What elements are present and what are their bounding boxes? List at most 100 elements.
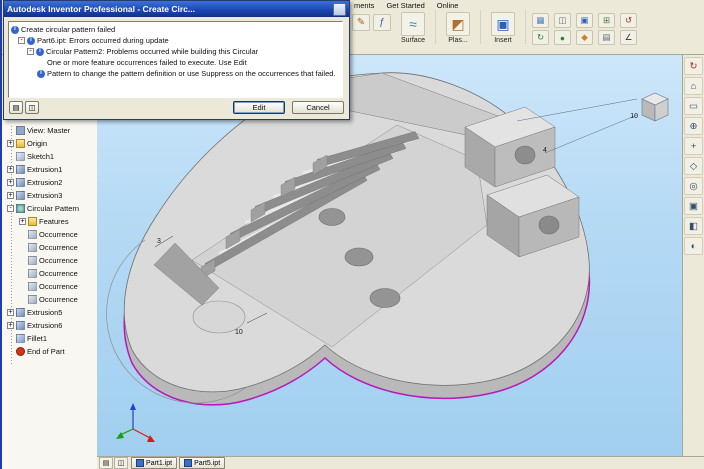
status-bar: ▤ ◫ Part1.ipt Part5.ipt [97, 456, 704, 469]
toolbar-icon[interactable]: ● [554, 30, 571, 45]
tree-item-label: Sketch1 [27, 152, 55, 161]
tree-item-label: Occurrence [39, 269, 78, 278]
view-tool-icon[interactable]: ◇ [684, 157, 703, 175]
document-icon [136, 459, 144, 467]
toolbar-icon[interactable]: ▦ [532, 13, 549, 28]
tree-item[interactable]: Extrusion6 [4, 319, 97, 332]
document-tab[interactable]: Part1.ipt [131, 457, 178, 469]
info-icon [27, 36, 35, 45]
cancel-button[interactable]: Cancel [292, 101, 344, 114]
window-button-icon[interactable]: ▤ [99, 457, 113, 469]
view-tool-icon[interactable]: ◧ [684, 217, 703, 235]
tree-item[interactable]: Features [4, 215, 97, 228]
tree-item[interactable]: Occurrence [4, 241, 97, 254]
feature-icon [28, 217, 37, 226]
toolbar-icon[interactable]: ◆ [576, 30, 593, 45]
view-tool-icon[interactable]: ⊕ [684, 117, 703, 135]
application-window: ments Get Started Online ✎ ƒ ≈ Surface ◩ Pl… [0, 0, 704, 469]
expand-icon[interactable] [7, 192, 14, 199]
window-buttons: ▤ ◫ [99, 457, 128, 469]
tree-item-label: Fillet1 [27, 334, 48, 343]
menu-item[interactable]: Online [437, 1, 459, 10]
expand-icon[interactable] [18, 37, 25, 44]
menu-item[interactable]: Get Started [386, 1, 424, 10]
toolbar-small-icons: ▦ ◫ ▣ ⊞ ↺ ↻ ● ◆ ▤ ∠ [526, 10, 652, 45]
dialog-message-text: Part6.ipt: Errors occurred during update [37, 36, 169, 45]
feature-icon [16, 152, 25, 161]
toolbar-icon[interactable]: ◫ [554, 13, 571, 28]
feature-icon [16, 126, 25, 135]
tree-item[interactable]: Sketch1 [4, 150, 97, 163]
tree-item[interactable]: Extrusion1 [4, 163, 97, 176]
view-tool-icon[interactable]: + [684, 137, 703, 155]
dialog-titlebar[interactable]: Autodesk Inventor Professional - Create … [4, 1, 349, 17]
toolbar-icon[interactable]: ▣ [576, 13, 593, 28]
tree-item[interactable]: Occurrence [4, 254, 97, 267]
feature-icon [16, 334, 25, 343]
view-tool-icon[interactable]: ⌂ [684, 77, 703, 95]
view-tool-icon[interactable]: ▣ [684, 197, 703, 215]
tree-item[interactable]: Occurrence [4, 293, 97, 306]
tree-item[interactable]: Circular Pattern [4, 202, 97, 215]
expand-icon[interactable] [27, 48, 34, 55]
tree-item-label: Origin [27, 139, 48, 148]
tree-item[interactable]: Extrusion2 [4, 176, 97, 189]
expand-icon[interactable] [7, 179, 14, 186]
view-tools-list: ↻ ⌂ ▭ ⊕ + ◇ ◎ ▣ ◧ ◐ [683, 57, 704, 255]
view-tool-icon[interactable]: ↻ [684, 57, 703, 75]
toolbar-group-icon: ◩ [446, 12, 470, 36]
toolbar-icon[interactable]: ✎ [352, 14, 370, 31]
toolbar-group-button[interactable]: ≈ Surface [391, 10, 436, 44]
tree-item[interactable]: Occurrence [4, 228, 97, 241]
dialog-tool-button[interactable]: ◫ [25, 101, 39, 114]
expand-icon[interactable] [7, 140, 14, 147]
expand-icon[interactable] [7, 205, 14, 212]
dialog-message-row: Create circular pattern failed [9, 24, 342, 35]
tree-item[interactable]: Occurrence [4, 280, 97, 293]
view-tool-icon[interactable]: ▭ [684, 97, 703, 115]
dialog-message-text: Pattern to change the pattern definition… [47, 69, 336, 78]
view-cube[interactable] [641, 92, 669, 122]
tree-item-label: Occurrence [39, 282, 78, 291]
tree-item-label: Circular Pattern [27, 204, 80, 213]
expand-icon[interactable] [7, 322, 14, 329]
error-dialog: Autodesk Inventor Professional - Create … [3, 0, 350, 120]
dialog-message-text: One or more feature occurrences failed t… [47, 58, 247, 67]
tree-item[interactable]: Extrusion5 [4, 306, 97, 319]
expand-icon[interactable] [7, 309, 14, 316]
toolbar-icon[interactable]: ƒ [373, 14, 391, 31]
toolbar-group-button[interactable]: ◩ Plas... [436, 10, 481, 44]
toolbar-icon[interactable]: ↻ [532, 30, 549, 45]
dialog-tool-button[interactable]: ▤ [9, 101, 23, 114]
toolbar-group-button[interactable]: ▣ Insert [481, 10, 526, 44]
toolbar-icon[interactable]: ▤ [598, 30, 615, 45]
tree-item[interactable]: View: Master [4, 124, 97, 137]
toolbar-icon[interactable]: ⊞ [598, 13, 615, 28]
window-button-icon[interactable]: ◫ [114, 457, 128, 469]
expand-icon[interactable] [19, 218, 26, 225]
tree-item[interactable]: Occurrence [4, 267, 97, 280]
tree-item-label: Extrusion1 [27, 165, 63, 174]
tree-item[interactable]: Origin [4, 137, 97, 150]
dialog-message-row: Circular Pattern2: Problems occurred whi… [9, 46, 342, 57]
origin-triad [116, 403, 155, 442]
toolbar-icon[interactable]: ↺ [620, 13, 637, 28]
view-tool-icon[interactable]: ◐ [684, 237, 703, 255]
dialog-message-text: Circular Pattern2: Problems occurred whi… [46, 47, 259, 56]
tree-item-label: Features [39, 217, 69, 226]
dialog-titlebar-button[interactable] [333, 2, 346, 16]
document-tab[interactable]: Part5.ipt [179, 457, 226, 469]
document-tabs: Part1.ipt Part5.ipt [131, 457, 226, 469]
dimension-label: 4 [543, 147, 547, 154]
menu-item[interactable]: ments [354, 1, 374, 10]
edit-button[interactable]: Edit [233, 101, 285, 114]
tree-item[interactable]: End of Part [4, 345, 97, 358]
tree-item[interactable]: Extrusion3 [4, 189, 97, 202]
expand-icon[interactable] [7, 166, 14, 173]
dimension-label: 10 [235, 329, 243, 336]
view-tool-icon[interactable]: ◎ [684, 177, 703, 195]
feature-icon [28, 295, 37, 304]
toolbar-icon[interactable]: ∠ [620, 30, 637, 45]
tree-item[interactable]: Fillet1 [4, 332, 97, 345]
tree-item-label: Extrusion3 [27, 191, 63, 200]
